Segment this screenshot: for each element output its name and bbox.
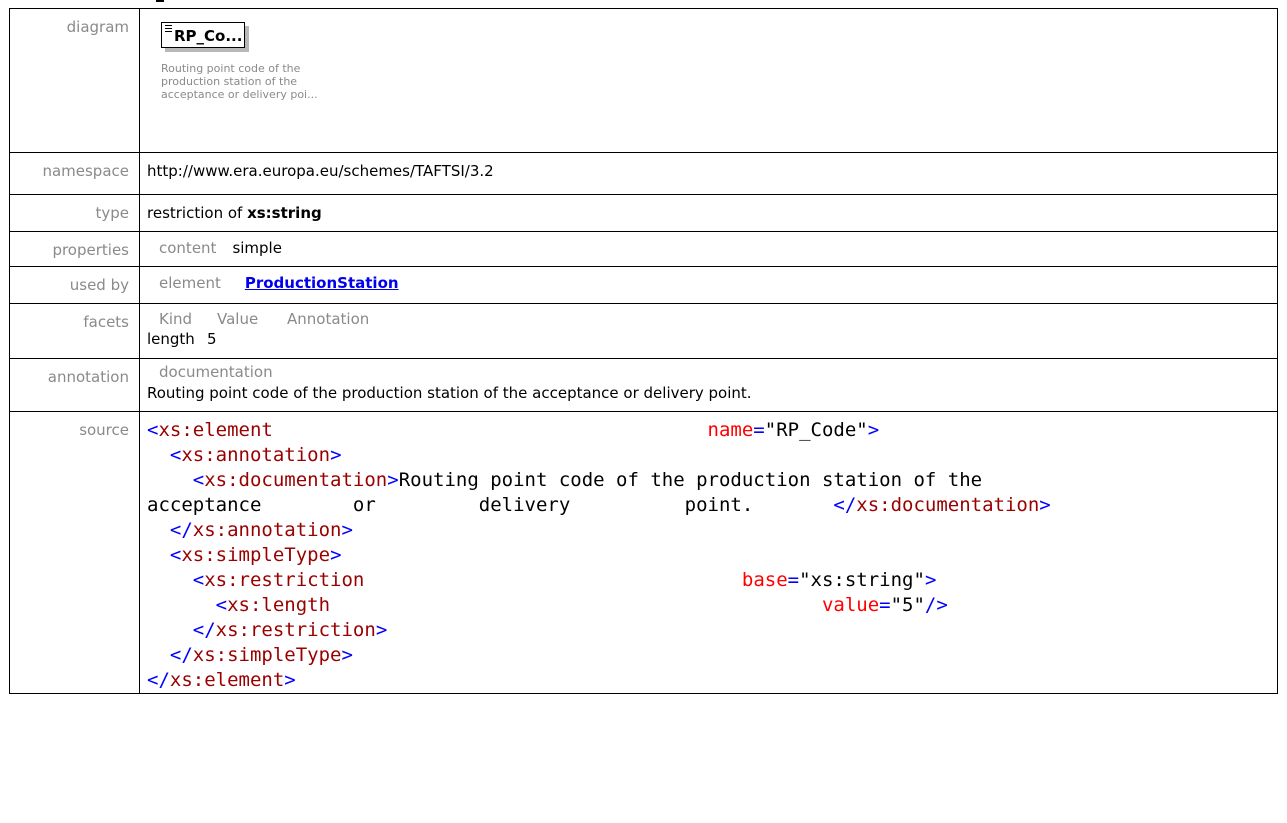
label-facets: facets <box>9 303 140 359</box>
row-facets: facets Kind Value Annotation length 5 <box>9 303 1278 359</box>
row-used-by: used by element ProductionStation <box>9 266 1278 304</box>
used-by-cell: element ProductionStation <box>139 266 1278 304</box>
label-namespace: namespace <box>9 152 140 195</box>
element-name: RP_Co... <box>174 27 243 45</box>
used-by-kind: element <box>159 274 221 292</box>
label-diagram: diagram <box>9 8 140 153</box>
element-doc-preview: Routing point code of the production sta… <box>161 62 318 101</box>
facet-kind: length <box>147 330 195 348</box>
facets-header: Kind Value Annotation <box>147 309 1269 329</box>
row-type: type restriction of xs:string <box>9 194 1278 232</box>
label-properties: properties <box>9 231 140 267</box>
label-type: type <box>9 194 140 232</box>
type-base: xs:string <box>247 204 322 222</box>
diagram-cell: RP_Co... Routing point code of the produ… <box>139 8 1278 153</box>
xml-source-code: <xs:element name="RP_Code"> <xs:annotati… <box>147 419 1051 691</box>
element-lines-icon <box>165 25 172 34</box>
row-annotation: annotation documentation Routing point c… <box>9 358 1278 412</box>
label-source: source <box>9 411 140 694</box>
facet-header-annotation: Annotation <box>287 310 370 328</box>
schema-doc-table: diagram RP_Co... Routing point code of t… <box>9 8 1278 694</box>
properties-cell: content simple <box>139 231 1278 267</box>
row-diagram: diagram RP_Co... Routing point code of t… <box>9 8 1278 153</box>
label-used-by: used by <box>9 266 140 304</box>
type-cell: restriction of xs:string <box>139 194 1278 232</box>
source-cell: <xs:element name="RP_Code"> <xs:annotati… <box>139 411 1278 694</box>
type-prefix: restriction of <box>147 204 248 222</box>
facet-header-kind: Kind <box>159 310 193 328</box>
facets-cell: Kind Value Annotation length 5 <box>139 303 1278 359</box>
top-edge-mark <box>156 0 164 2</box>
facet-header-value: Value <box>217 310 259 328</box>
row-properties: properties content simple <box>9 231 1278 267</box>
property-value: simple <box>232 239 282 257</box>
label-annotation: annotation <box>9 358 140 412</box>
production-station-link[interactable]: ProductionStation <box>245 274 399 292</box>
property-label: content <box>159 239 217 257</box>
annotation-kind: documentation <box>159 363 273 381</box>
facet-row: length 5 <box>147 329 1269 349</box>
namespace-value: http://www.era.europa.eu/schemes/TAFTSI/… <box>139 152 1278 195</box>
annotation-text: Routing point code of the production sta… <box>147 384 752 402</box>
row-source: source <xs:element name="RP_Code"> <xs:a… <box>9 411 1278 694</box>
element-diagram-box[interactable]: RP_Co... <box>147 18 257 52</box>
row-namespace: namespace http://www.era.europa.eu/schem… <box>9 152 1278 195</box>
element-box: RP_Co... <box>161 22 245 48</box>
annotation-cell: documentation Routing point code of the … <box>139 358 1278 412</box>
facet-value: 5 <box>207 330 217 348</box>
